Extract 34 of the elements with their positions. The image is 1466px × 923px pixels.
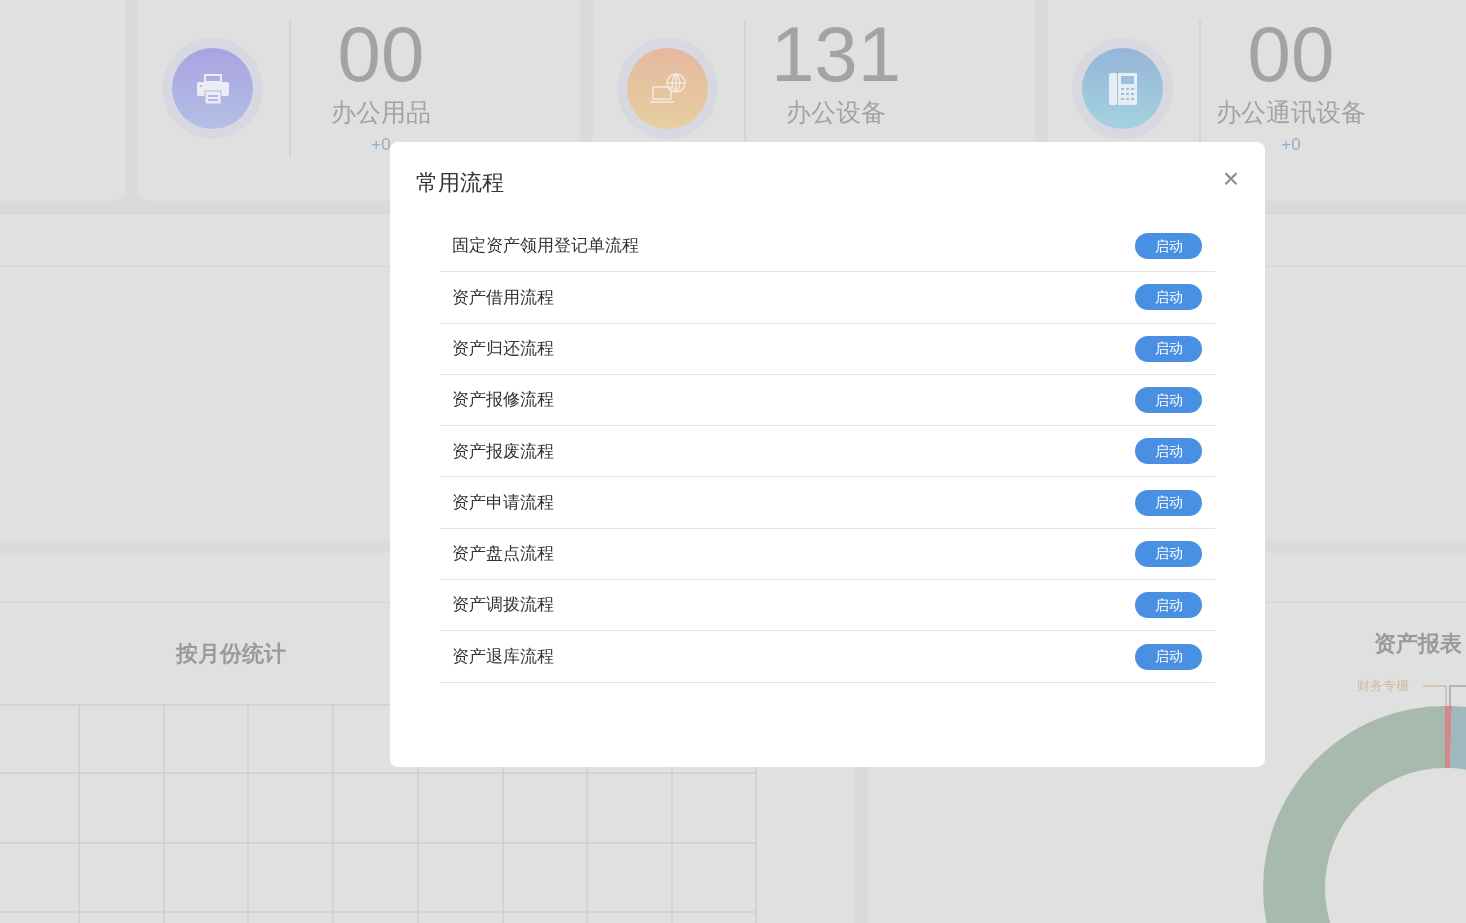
chart-label: 财务专栅 <box>1357 677 1409 695</box>
stat-value: 00 <box>1247 12 1335 96</box>
start-button[interactable]: 启动 <box>1135 592 1202 619</box>
start-button[interactable]: 启动 <box>1135 438 1202 465</box>
dialog-title: 常用流程 <box>416 169 504 197</box>
start-button[interactable]: 启动 <box>1135 233 1202 260</box>
stat-label: 办公用品 <box>331 97 431 128</box>
phone-icon <box>1106 71 1139 106</box>
start-button[interactable]: 启动 <box>1135 540 1202 567</box>
stat-change: +0 <box>1281 134 1301 156</box>
process-name: 资产报废流程 <box>452 440 554 463</box>
process-name: 资产借用流程 <box>452 286 554 309</box>
process-name: 资产退库流程 <box>452 645 554 668</box>
process-name: 资产报修流程 <box>452 389 554 412</box>
start-button[interactable]: 启动 <box>1135 387 1202 414</box>
stat-label: 办公通讯设备 <box>1216 97 1366 128</box>
laptop-globe-icon <box>648 71 687 106</box>
printer-icon <box>195 71 230 106</box>
start-button[interactable]: 启动 <box>1135 489 1202 516</box>
stat-value: 00 <box>337 12 425 96</box>
start-button[interactable]: 启动 <box>1135 335 1202 362</box>
start-button[interactable]: 启动 <box>1135 284 1202 311</box>
stat-value: 131 <box>770 12 902 96</box>
panel-title: 资产报表 <box>1374 630 1462 658</box>
process-name: 固定资产领用登记单流程 <box>452 235 639 258</box>
start-button[interactable]: 启动 <box>1135 643 1202 670</box>
panel-title: 按月份统计 <box>176 640 286 668</box>
process-name: 资产盘点流程 <box>452 543 554 566</box>
close-button[interactable]: × <box>1222 164 1239 193</box>
process-name: 资产申请流程 <box>452 491 554 514</box>
stat-change: +0 <box>371 134 391 156</box>
stat-label: 办公设备 <box>786 97 886 128</box>
process-name: 资产调拨流程 <box>452 594 554 617</box>
process-name: 资产归还流程 <box>452 338 554 360</box>
